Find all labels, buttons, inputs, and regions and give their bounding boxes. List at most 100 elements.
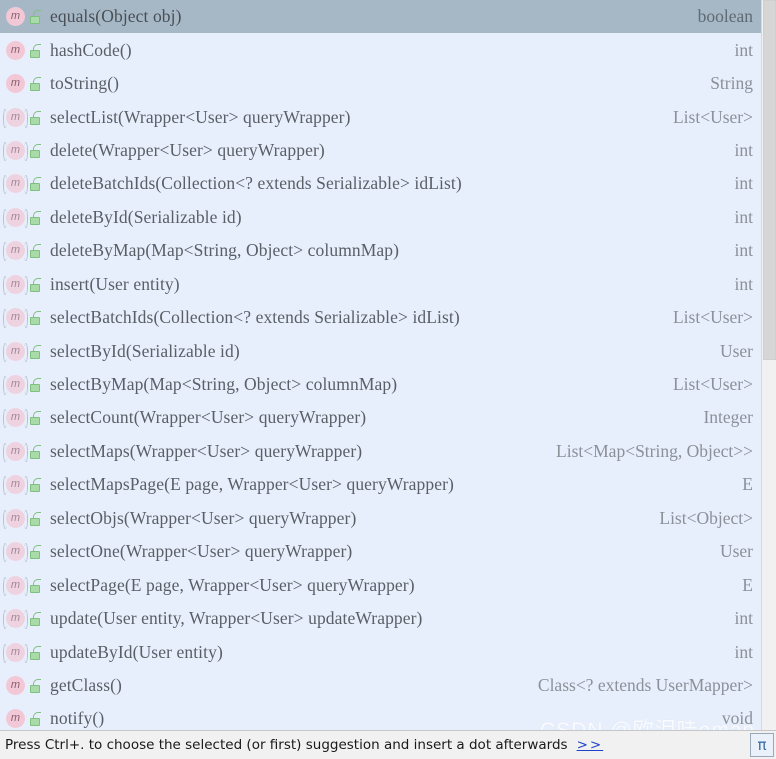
completion-item-return-type: List<Map<String, Object>> (556, 440, 753, 461)
scrollbar-thumb[interactable] (763, 0, 776, 360)
completion-item[interactable]: m delete(Wrapper<User> queryWrapper) int (0, 133, 761, 168)
completion-item[interactable]: m selectPage(E page, Wrapper<User> queryW… (0, 568, 761, 602)
method-icon: m (6, 7, 25, 27)
method-icon: m (3, 207, 28, 228)
completion-item-signature: delete(Wrapper<User> queryWrapper) (50, 139, 325, 160)
completion-item[interactable]: m selectCount(Wrapper<User> queryWrapper)… (0, 401, 761, 435)
completion-item-signature: insert(User entity) (50, 273, 180, 294)
completion-item[interactable]: m selectBatchIds(Collection<? extends Ser… (0, 300, 761, 335)
completion-item[interactable]: m deleteByMap(Map<String, Object> columnM… (0, 234, 761, 268)
completion-item-return-type: int (734, 273, 753, 294)
completion-item-return-type: List<User> (672, 307, 753, 328)
completion-item[interactable]: m toString() String (0, 66, 761, 101)
completion-item-signature: getClass() (50, 674, 122, 695)
completion-item[interactable]: m getClass() Class<? extends UserMapper> (0, 668, 761, 703)
public-lock-icon (29, 277, 42, 292)
method-icon: m (6, 74, 25, 94)
method-icon: m (3, 341, 28, 362)
public-lock-icon (29, 511, 42, 526)
completion-item-return-type: boolean (697, 6, 753, 27)
completion-item-signature: selectCount(Wrapper<User> queryWrapper) (50, 407, 367, 428)
completion-item-return-type: User (719, 541, 753, 562)
public-lock-icon (29, 9, 42, 25)
completion-item-return-type: int (734, 139, 753, 160)
public-lock-icon (29, 176, 42, 192)
completion-item-return-type: String (710, 73, 753, 94)
public-lock-icon (29, 210, 42, 225)
public-lock-icon (29, 143, 42, 158)
completion-item[interactable]: m selectById(Serializable id) User (0, 334, 761, 368)
public-lock-icon (29, 645, 42, 660)
public-lock-icon (29, 76, 42, 92)
completion-item-signature: selectList(Wrapper<User> queryWrapper) (50, 106, 351, 127)
method-icon: m (6, 709, 25, 729)
completion-popup-screen: m equals(Object obj) boolean m hashCode() int… (0, 0, 776, 759)
completion-item[interactable]: m selectByMap(Map<String, Object> columnM… (0, 367, 761, 402)
public-lock-icon (29, 243, 42, 259)
method-icon: m (3, 408, 28, 429)
completion-item-signature: selectMapsPage(E page, Wrapper<User> que… (50, 474, 454, 495)
method-icon: m (6, 675, 25, 695)
pi-icon[interactable]: π (750, 733, 774, 757)
completion-item-return-type: int (734, 173, 753, 194)
method-icon: m (3, 575, 28, 596)
completion-item-signature: selectMaps(Wrapper<User> queryWrapper) (50, 440, 363, 461)
completion-item-signature: selectPage(E page, Wrapper<User> queryWr… (50, 574, 415, 595)
method-icon: m (3, 441, 28, 462)
public-lock-icon (29, 544, 42, 560)
method-icon: m (3, 241, 28, 262)
completion-item-return-type: Class<? extends UserMapper> (537, 674, 753, 695)
completion-item[interactable]: m deleteById(Serializable id) int (0, 200, 761, 235)
completion-item-return-type: int (734, 206, 753, 227)
completion-item[interactable]: m hashCode() int (0, 33, 761, 67)
public-lock-icon (29, 477, 42, 493)
code-completion-popup[interactable]: m equals(Object obj) boolean m hashCode() int… (0, 0, 776, 730)
method-icon: m (3, 107, 28, 128)
completion-item-signature: deleteById(Serializable id) (50, 206, 242, 227)
completion-item-return-type: User (719, 340, 753, 361)
public-lock-icon (29, 344, 42, 359)
completion-item-return-type: void (721, 708, 753, 729)
completion-item[interactable]: m deleteBatchIds(Collection<? extends Ser… (0, 167, 761, 201)
method-icon: m (3, 375, 28, 396)
method-icon: m (3, 475, 28, 496)
completion-item-signature: deleteByMap(Map<String, Object> columnMa… (50, 240, 400, 261)
completion-item[interactable]: m update(User entity, Wrapper<User> updat… (0, 601, 761, 636)
completion-item-signature: update(User entity, Wrapper<User> update… (50, 608, 423, 629)
public-lock-icon (29, 444, 42, 459)
completion-item[interactable]: m updateById(User entity) int (0, 635, 761, 669)
completion-item[interactable]: m selectObjs(Wrapper<User> queryWrapper) L… (0, 501, 761, 535)
completion-item-signature: notify() (50, 708, 105, 729)
method-icon: m (3, 609, 28, 630)
completion-item-list[interactable]: m equals(Object obj) boolean m hashCode() int… (0, 0, 761, 730)
public-lock-icon (29, 310, 42, 326)
completion-item-return-type: int (734, 240, 753, 261)
completion-item[interactable]: m selectMapsPage(E page, Wrapper<User> qu… (0, 468, 761, 502)
completion-item-signature: updateById(User entity) (50, 641, 223, 662)
completion-item-return-type: List<User> (672, 374, 753, 395)
completion-item-signature: equals(Object obj) (50, 6, 182, 27)
completion-item[interactable]: m notify() void (0, 702, 761, 730)
completion-item[interactable]: m selectList(Wrapper<User> queryWrapper) L… (0, 100, 761, 134)
completion-item[interactable]: m selectOne(Wrapper<User> queryWrapper) Us… (0, 535, 761, 569)
completion-item-return-type: Integer (703, 407, 753, 428)
completion-item-signature: selectOne(Wrapper<User> queryWrapper) (50, 541, 353, 562)
completion-item[interactable]: m selectMaps(Wrapper<User> queryWrapper) L… (0, 434, 761, 469)
completion-item[interactable]: m insert(User entity) int (0, 267, 761, 301)
method-icon: m (3, 308, 28, 329)
public-lock-icon (29, 43, 42, 58)
completion-item-signature: selectBatchIds(Collection<? extends Seri… (50, 307, 460, 328)
public-lock-icon (29, 410, 42, 426)
completion-item-return-type: List<Object> (659, 507, 753, 528)
completion-list-scrollbar[interactable] (761, 0, 776, 730)
completion-item-return-type: E (742, 474, 753, 495)
completion-item-return-type: int (734, 608, 753, 629)
completion-item-signature: hashCode() (50, 39, 132, 60)
public-lock-icon (29, 678, 42, 693)
status-more-link[interactable]: >> (577, 737, 604, 753)
completion-item[interactable]: m equals(Object obj) boolean (0, 0, 761, 34)
completion-item-return-type: List<User> (672, 106, 753, 127)
completion-item-signature: toString() (50, 73, 120, 94)
public-lock-icon (29, 377, 42, 393)
status-bar: Press Ctrl+. to choose the selected (or … (0, 730, 776, 759)
